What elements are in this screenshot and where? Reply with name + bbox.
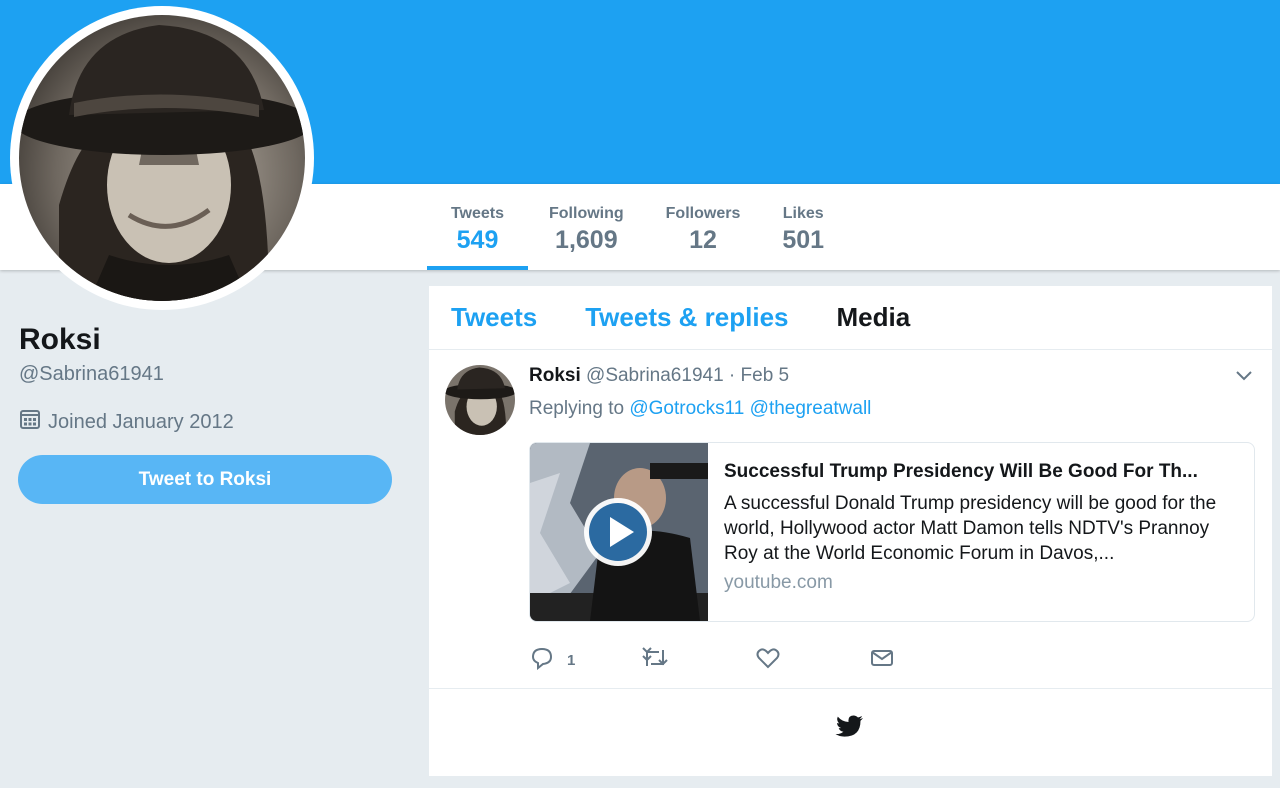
profile-avatar[interactable]: [19, 15, 305, 301]
tab-media[interactable]: Media: [836, 302, 910, 333]
stat-label: Following: [549, 205, 624, 222]
retweet-icon: [641, 646, 669, 675]
timeline-tabs: Tweets Tweets & replies Media: [429, 286, 1272, 350]
profile-name: Roksi: [19, 323, 101, 356]
joined-label: Joined January 2012: [48, 410, 234, 433]
tweet-header: Roksi @Sabrina61941 · Feb 5: [529, 365, 789, 387]
stat-tweets[interactable]: Tweets 549: [427, 184, 528, 270]
replying-to: Replying to @Gotrocks11 @thegreatwall: [529, 398, 871, 420]
card-thumbnail[interactable]: [530, 443, 708, 621]
mention-link[interactable]: @Gotrocks11: [629, 398, 744, 419]
stat-likes[interactable]: Likes 501: [761, 184, 845, 270]
card-domain: youtube.com: [724, 572, 833, 593]
stat-followers[interactable]: Followers 12: [645, 184, 762, 270]
tweet-actions: 1: [529, 646, 894, 675]
dm-icon: [870, 648, 894, 673]
reply-icon: [529, 646, 555, 675]
card-body: Successful Trump Presidency Will Be Good…: [708, 443, 1254, 621]
card-description: A successful Donald Trump presidency wil…: [724, 493, 1217, 564]
dm-button[interactable]: [870, 648, 894, 673]
joined-date: Joined January 2012: [19, 408, 234, 436]
tweet-meta[interactable]: @Sabrina61941 · Feb 5: [586, 365, 789, 386]
stat-value: 1,609: [555, 226, 618, 254]
profile-handle[interactable]: @Sabrina61941: [19, 363, 164, 386]
link-card[interactable]: Successful Trump Presidency Will Be Good…: [529, 442, 1255, 622]
like-button[interactable]: [756, 647, 870, 674]
stat-label: Likes: [782, 205, 824, 222]
tab-tweets-replies[interactable]: Tweets & replies: [585, 302, 788, 333]
timeline: Tweets Tweets & replies Media Roksi @Sab…: [429, 286, 1272, 776]
mention-link[interactable]: @thegreatwall: [750, 398, 872, 419]
replying-prefix: Replying to: [529, 398, 625, 419]
tab-tweets[interactable]: Tweets: [451, 302, 537, 333]
retweet-button[interactable]: [641, 646, 756, 675]
reply-count: 1: [567, 652, 576, 669]
card-title: Successful Trump Presidency Will Be Good…: [724, 461, 1198, 482]
chevron-down-icon[interactable]: [1233, 364, 1255, 386]
reply-button[interactable]: 1: [529, 646, 641, 675]
stat-label: Followers: [665, 205, 741, 222]
stat-label: Tweets: [450, 205, 505, 222]
calendar-icon: [19, 408, 41, 436]
tweet-author-name[interactable]: Roksi: [529, 365, 581, 386]
like-icon: [756, 647, 780, 674]
tweet[interactable]: Roksi @Sabrina61941 · Feb 5 Replying to …: [429, 350, 1272, 689]
tweet-to-button[interactable]: Tweet to Roksi: [18, 455, 392, 504]
stat-value: 12: [689, 226, 717, 254]
profile-stats: Tweets 549 Following 1,609 Followers 12 …: [427, 184, 845, 270]
stat-value: 549: [456, 226, 499, 254]
stat-following[interactable]: Following 1,609: [528, 184, 645, 270]
twitter-bird-icon: [835, 714, 865, 740]
tweet-avatar[interactable]: [445, 365, 515, 435]
stat-value: 501: [782, 226, 825, 254]
